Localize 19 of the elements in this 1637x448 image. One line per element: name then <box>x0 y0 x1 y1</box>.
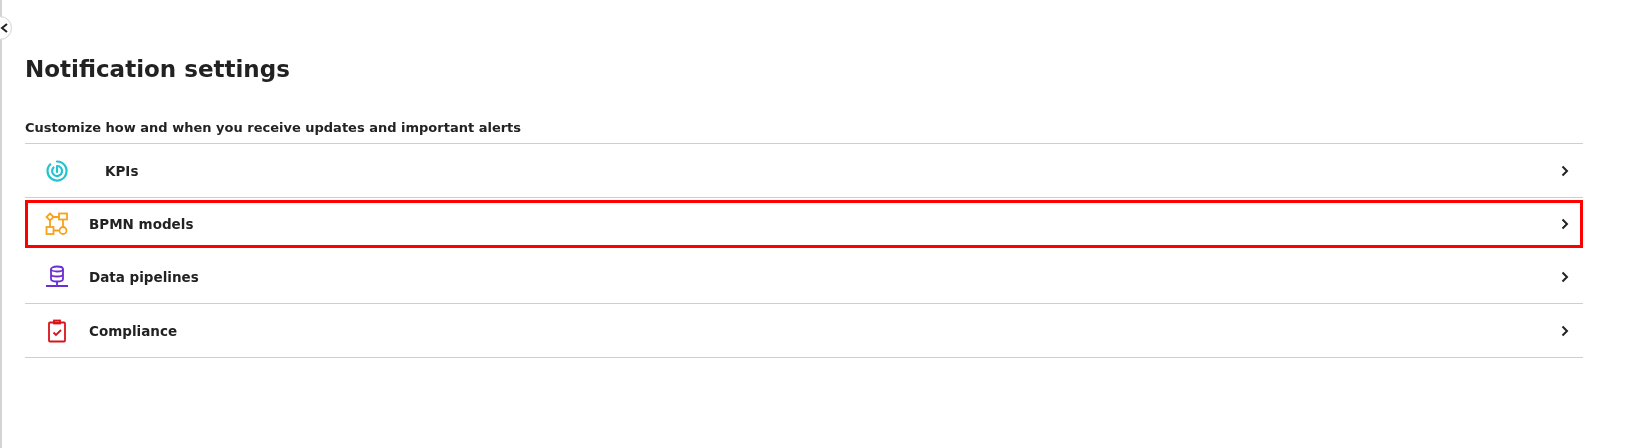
gauge-icon <box>45 158 69 183</box>
settings-row[interactable]: Data pipelines <box>25 250 1583 304</box>
settings-row[interactable]: Compliance <box>25 304 1583 358</box>
page-subtitle: Customize how and when you receive updates and important alerts <box>25 120 523 135</box>
settings-row[interactable]: BPMN models <box>25 200 1583 248</box>
chevron-left-icon <box>0 23 8 33</box>
chevron-right-icon <box>1561 270 1569 283</box>
row-label: KPIs <box>105 162 140 179</box>
database-icon <box>45 264 69 289</box>
flowchart-icon <box>45 211 69 236</box>
chevron-right-icon <box>1561 324 1569 337</box>
chevron-right-icon <box>1561 217 1569 230</box>
page-title: Notification settings <box>25 56 291 82</box>
row-label: Compliance <box>89 322 179 339</box>
settings-row[interactable]: KPIs <box>25 144 1583 198</box>
chevron-right-icon <box>1561 164 1569 177</box>
row-label: Data pipelines <box>89 268 200 285</box>
clipboard-check-icon <box>45 318 69 343</box>
row-label: BPMN models <box>89 215 195 232</box>
